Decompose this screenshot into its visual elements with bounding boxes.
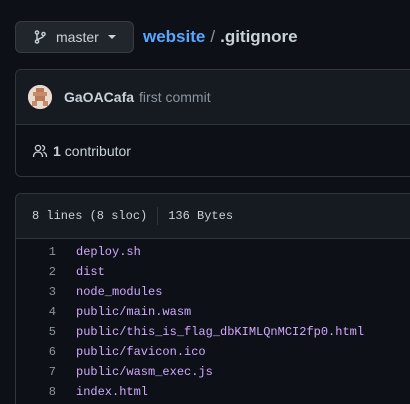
latest-commit-box: GaOACafa first commit 1 contributor	[15, 69, 410, 177]
code-line: 8 index.html	[16, 382, 410, 402]
line-number[interactable]: 3	[16, 285, 56, 299]
file-content-box: 8 lines (8 sloc) 136 Bytes 1 deploy.sh 2…	[15, 193, 410, 404]
file-line-count: 8 lines (8 sloc)	[32, 209, 148, 223]
commit-header: GaOACafa first commit	[16, 70, 410, 125]
line-content: public/favicon.ico	[76, 345, 206, 359]
line-content: deploy.sh	[76, 245, 141, 259]
breadcrumb: website / .gitignore	[143, 26, 298, 48]
line-content: dist	[76, 265, 105, 279]
code-line: 4 public/main.wasm	[16, 302, 410, 322]
breadcrumb-separator: /	[210, 27, 216, 46]
caret-down-icon	[107, 34, 117, 40]
code-line: 7 public/wasm_exec.js	[16, 362, 410, 382]
file-view-page: master website / .gitignore GaOACafa first…	[0, 0, 410, 404]
contributor-count: 1	[53, 143, 61, 159]
code-line: 3 node_modules	[16, 282, 410, 302]
contributor-label: contributor	[64, 143, 131, 159]
line-content: public/main.wasm	[76, 305, 192, 319]
breadcrumb-repo-link[interactable]: website	[143, 27, 205, 46]
file-size: 136 Bytes	[168, 209, 234, 223]
code-line: 2 dist	[16, 262, 410, 282]
git-branch-icon	[32, 29, 48, 45]
code-line: 6 public/favicon.ico	[16, 342, 410, 362]
line-number[interactable]: 2	[16, 265, 56, 279]
line-number[interactable]: 7	[16, 365, 56, 379]
line-number[interactable]: 1	[16, 245, 56, 259]
line-number[interactable]: 5	[16, 325, 56, 339]
people-icon	[32, 143, 48, 159]
line-content: index.html	[76, 385, 149, 399]
commit-message-link[interactable]: first commit	[139, 89, 211, 105]
branch-selector-button[interactable]: master	[15, 21, 134, 53]
code-line: 1 deploy.sh	[16, 242, 410, 262]
branch-name: master	[56, 29, 99, 45]
line-content: public/wasm_exec.js	[76, 365, 213, 379]
line-number[interactable]: 4	[16, 305, 56, 319]
line-content: node_modules	[76, 285, 163, 299]
line-content: public/this_is_flag_dbKIMLQnMCI2fp0.html	[76, 325, 365, 339]
file-info-divider	[157, 207, 159, 225]
file-info-header: 8 lines (8 sloc) 136 Bytes	[16, 194, 410, 239]
line-number[interactable]: 6	[16, 345, 56, 359]
code-line: 5 public/this_is_flag_dbKIMLQnMCI2fp0.ht…	[16, 322, 410, 342]
commit-author-link[interactable]: GaOACafa	[64, 89, 134, 105]
code-view: 1 deploy.sh 2 dist 3 node_modules 4 publ…	[16, 239, 410, 402]
contributors-row[interactable]: 1 contributor	[16, 125, 410, 177]
avatar[interactable]	[28, 85, 52, 109]
breadcrumb-file-name: .gitignore	[220, 27, 298, 46]
line-number[interactable]: 8	[16, 385, 56, 399]
